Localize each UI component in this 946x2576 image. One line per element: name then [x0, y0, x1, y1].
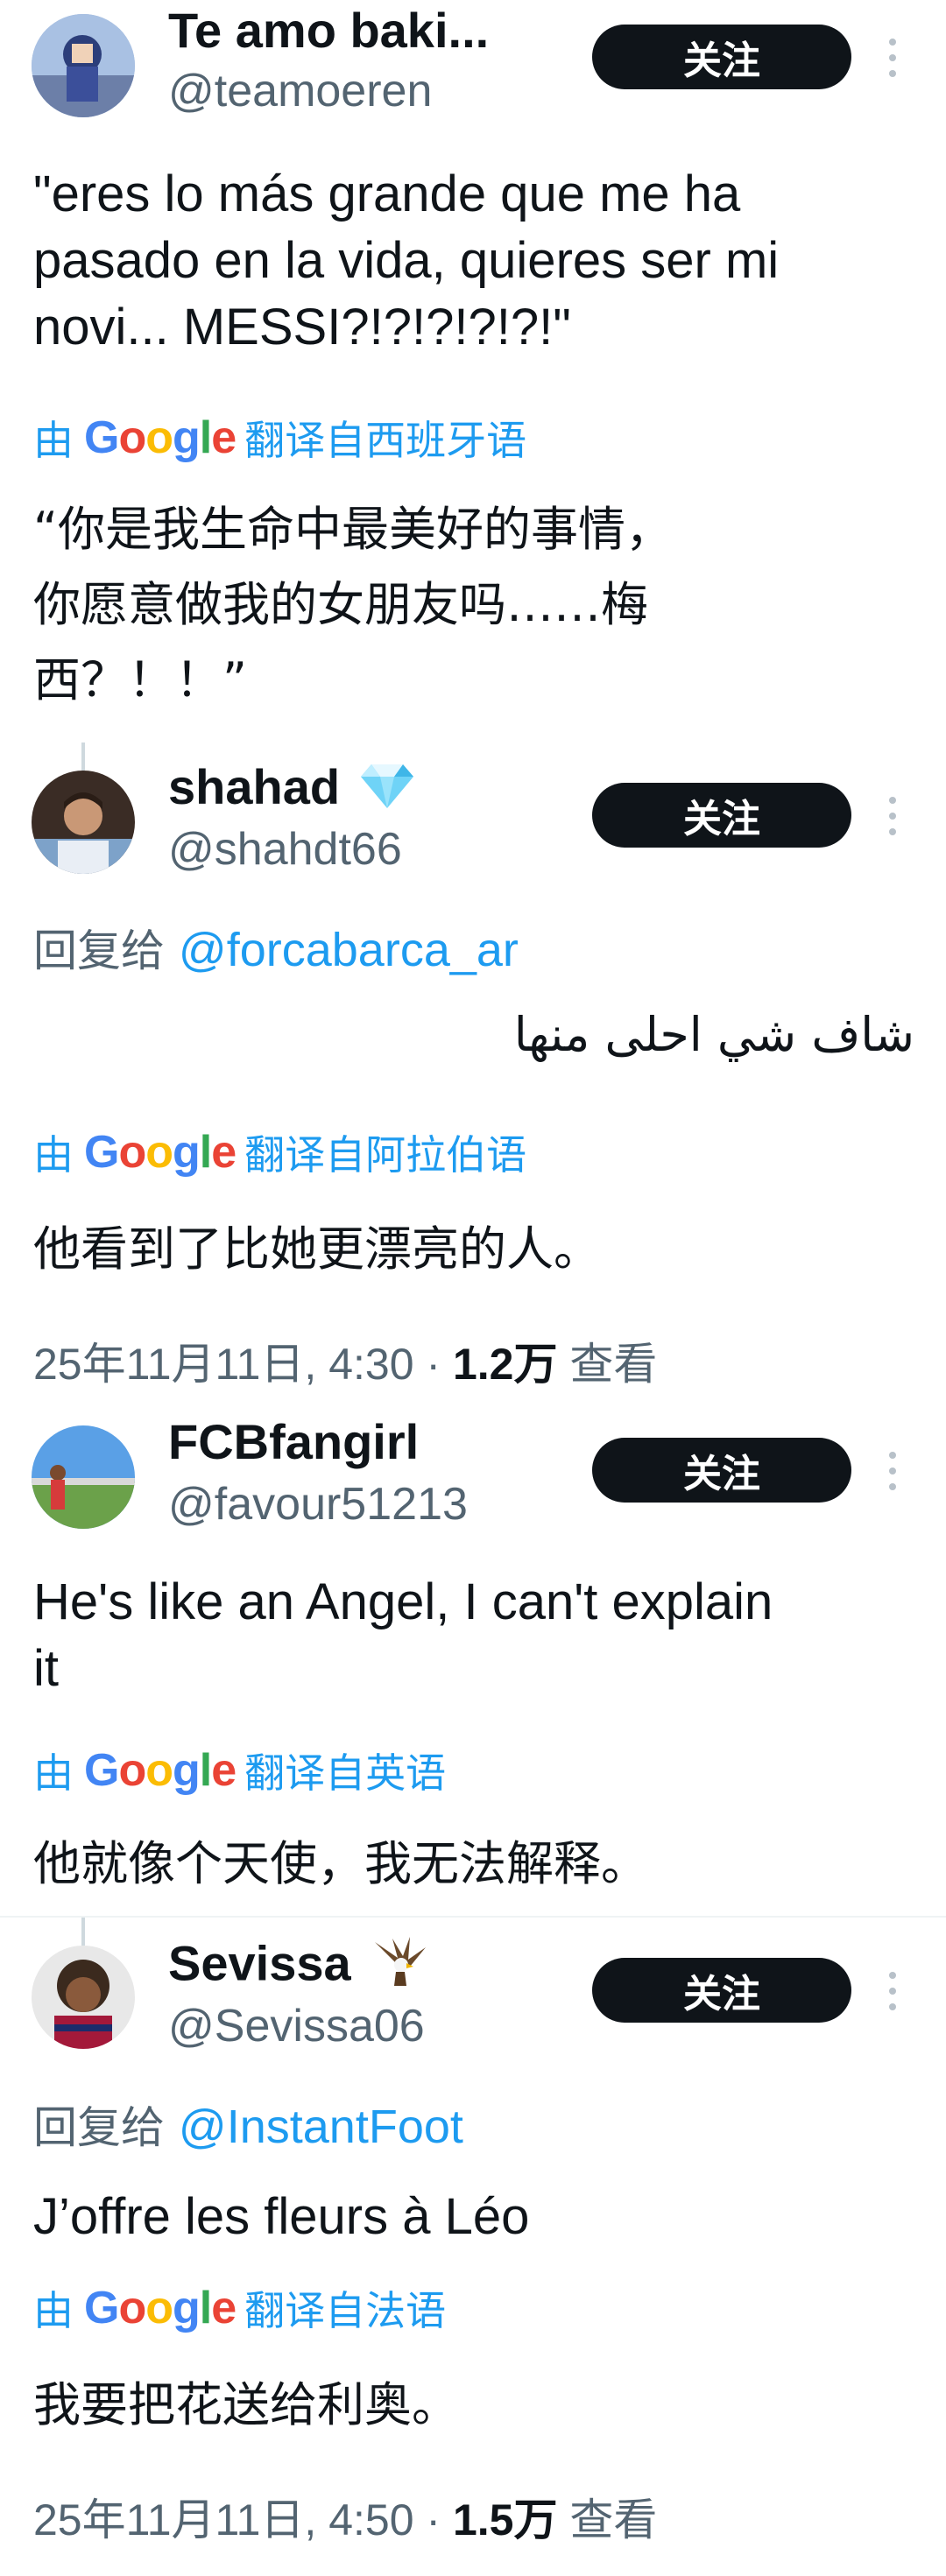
post-text: "eres lo más grande que me ha pasado en …: [33, 165, 780, 355]
translated-by-label: 由: [33, 2287, 74, 2334]
translation-attribution[interactable]: 由 Google 翻译自法语: [33, 2282, 446, 2334]
reply-mention-link[interactable]: @forcabarca_ar: [179, 924, 519, 976]
follow-button[interactable]: 关注: [592, 783, 851, 848]
follow-button[interactable]: 关注: [592, 1438, 851, 1503]
translated-by-label: 由: [33, 417, 74, 464]
author-handle[interactable]: @teamoeren: [168, 65, 432, 117]
author-handle[interactable]: @shahdt66: [168, 823, 402, 876]
translated-text: “你是我生命中最美好的事情， 你愿意做我的女朋友吗……梅 西？！！”: [33, 502, 673, 707]
author-handle[interactable]: @Sevissa06: [168, 2000, 425, 2052]
translated-from-label: 翻译自西班牙语: [244, 417, 527, 464]
avatar[interactable]: [32, 1425, 135, 1529]
reply-context: 回复给 @InstantFoot: [33, 2093, 463, 2156]
translation-attribution[interactable]: 由 Google 翻译自阿拉伯语: [33, 1126, 526, 1179]
translated-by-label: 由: [33, 1131, 74, 1179]
follow-button[interactable]: 关注: [592, 25, 851, 89]
timestamp[interactable]: 25年11月11日, 4:50 ·: [33, 2495, 453, 2544]
translation-attribution[interactable]: 由 Google 翻译自英语: [33, 1744, 446, 1797]
author-name-row[interactable]: shahad: [168, 758, 415, 821]
author-name[interactable]: shahad: [168, 759, 340, 814]
google-logo: Google: [84, 1745, 236, 1796]
translated-from-label: 翻译自阿拉伯语: [244, 1131, 527, 1179]
gem-icon: [359, 761, 415, 821]
translated-from-label: 翻译自法语: [244, 2287, 447, 2334]
more-options-icon[interactable]: [888, 1972, 897, 2010]
view-count: 1.5万: [452, 2495, 558, 2544]
more-options-icon[interactable]: [888, 1452, 897, 1490]
avatar[interactable]: [32, 771, 135, 874]
post-text: J’offre les fleurs à Léo: [33, 2188, 530, 2245]
post-meta: 25年11月11日, 4:50 · 1.5万 查看: [33, 2485, 657, 2548]
reply-mention-link[interactable]: @InstantFoot: [179, 2101, 463, 2153]
translated-text: 他就像个天使，我无法解释。: [33, 1836, 648, 1891]
thread-line: [81, 1918, 85, 1946]
more-options-icon[interactable]: [888, 797, 897, 835]
post-text: شاف شي احلى منها: [513, 1007, 914, 1062]
eagle-icon: [371, 1933, 429, 2001]
avatar[interactable]: [32, 1946, 135, 2049]
avatar[interactable]: [32, 14, 135, 117]
views-label: 查看: [557, 2495, 658, 2544]
author-handle[interactable]: @favour51213: [168, 1478, 468, 1531]
reply-prefix: 回复给: [33, 2102, 165, 2153]
post-meta: 25年11月11日, 4:30 · 1.2万 查看: [33, 1329, 657, 1392]
translation-attribution[interactable]: 由 Google 翻译自西班牙语: [33, 412, 526, 464]
author-name[interactable]: Te amo baki...: [168, 2, 489, 59]
reply-prefix: 回复给: [33, 926, 165, 976]
google-logo: Google: [84, 412, 236, 463]
timestamp[interactable]: 25年11月11日, 4:30 ·: [33, 1340, 453, 1389]
author-name[interactable]: FCBfangirl: [168, 1413, 419, 1470]
post-text: He's like an Angel, I can't explain it: [33, 1573, 773, 1697]
author-name[interactable]: Sevissa: [168, 1935, 351, 1990]
divider: [0, 1916, 946, 1918]
translated-from-label: 翻译自英语: [244, 1749, 447, 1797]
follow-button[interactable]: 关注: [592, 1958, 851, 2023]
thread-line: [81, 743, 85, 771]
view-count: 1.2万: [452, 1340, 558, 1389]
views-label: 查看: [557, 1340, 658, 1389]
translated-text: 我要把花送给利奥。: [33, 2377, 459, 2432]
author-name-row[interactable]: Sevissa: [168, 1933, 429, 2001]
more-options-icon[interactable]: [888, 39, 897, 77]
google-logo: Google: [84, 1127, 236, 1178]
reply-context: 回复给 @forcabarca_ar: [33, 916, 519, 979]
translated-by-label: 由: [33, 1749, 74, 1797]
translated-text: 他看到了比她更漂亮的人。: [33, 1221, 601, 1277]
google-logo: Google: [84, 2283, 236, 2333]
